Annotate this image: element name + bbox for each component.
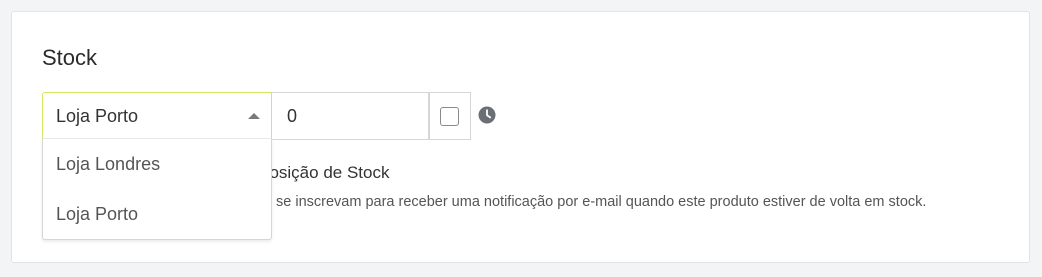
clock-icon[interactable]: [478, 106, 496, 124]
restock-help-text: se inscrevam para receber uma notificaçã…: [276, 194, 927, 210]
restock-notification-label: posição de Stock: [260, 163, 390, 182]
dropdown-option-loja-londres[interactable]: Loja Londres: [56, 153, 160, 175]
store-location-select[interactable]: Loja Porto: [42, 92, 272, 139]
store-location-dropdown: Loja Londres Loja Porto: [42, 139, 272, 240]
checkbox-container: [429, 92, 471, 140]
section-title: Stock: [42, 45, 98, 70]
select-selected-value: Loja Porto: [56, 106, 139, 126]
caret-up-icon: [248, 113, 260, 119]
stock-card: Stock posição de Stock se inscrevam para…: [11, 11, 1030, 263]
dropdown-option-loja-porto[interactable]: Loja Porto: [56, 203, 138, 225]
stock-quantity-input[interactable]: [272, 92, 429, 140]
checkbox-icon[interactable]: [440, 107, 459, 126]
